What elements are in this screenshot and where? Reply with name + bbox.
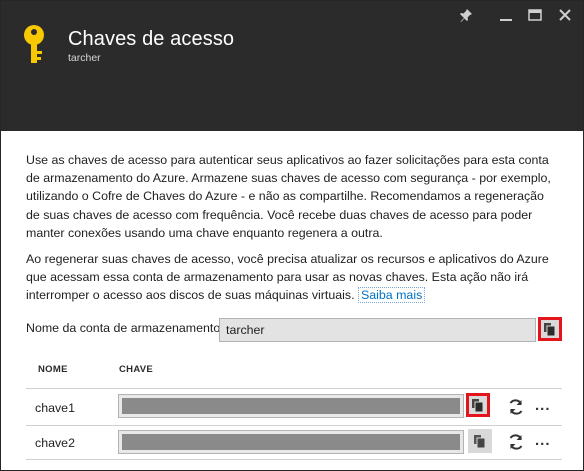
copy-icon — [544, 322, 556, 336]
key-value-mask — [122, 398, 460, 414]
key2-field[interactable] — [118, 430, 464, 454]
column-header-key: CHAVE — [119, 364, 154, 375]
row-separator — [26, 388, 562, 389]
key-value-mask — [122, 434, 460, 450]
more-options-button[interactable]: ... — [535, 397, 551, 414]
row-separator — [26, 425, 562, 426]
copy-icon — [474, 434, 486, 448]
regenerate-icon[interactable] — [507, 398, 525, 416]
column-header-name: NOME — [38, 364, 68, 375]
copy-key1-button[interactable] — [466, 393, 490, 417]
row-separator — [26, 459, 562, 460]
copy-account-name-button[interactable] — [538, 317, 562, 341]
close-button[interactable] — [554, 5, 576, 25]
minimize-button[interactable] — [495, 5, 517, 25]
description-paragraph-2-text: Ao regenerar suas chaves de acesso, você… — [26, 252, 549, 303]
account-name-label: Nome da conta de armazenamento — [26, 321, 221, 335]
blade-title: Chaves de acesso — [68, 28, 235, 50]
copy-key2-button[interactable] — [468, 429, 492, 453]
key-row-name: chave1 — [35, 401, 75, 415]
key1-field[interactable] — [118, 394, 464, 418]
pin-button[interactable] — [455, 5, 477, 25]
close-icon — [559, 9, 571, 21]
more-options-button[interactable]: ... — [535, 432, 551, 449]
maximize-button[interactable] — [524, 5, 546, 25]
account-name-field[interactable]: tarcher — [219, 318, 536, 342]
pin-icon — [460, 9, 472, 22]
maximize-icon — [528, 9, 542, 21]
blade-header: Chaves de acesso tarcher — [1, 1, 583, 131]
description-paragraph-1: Use as chaves de acesso para autenticar … — [26, 153, 551, 240]
access-keys-blade: Chaves de acesso tarcher Use as chaves d… — [0, 0, 584, 471]
key-row-name: chave2 — [35, 436, 75, 450]
key-icon — [24, 25, 44, 63]
regenerate-icon[interactable] — [507, 433, 525, 451]
copy-icon — [472, 398, 484, 412]
blade-subtitle: tarcher — [68, 52, 101, 64]
learn-more-link[interactable]: Saiba mais — [357, 287, 426, 304]
description-paragraph-2: Ao regenerar suas chaves de acesso, você… — [26, 250, 561, 305]
minimize-icon — [500, 19, 512, 21]
